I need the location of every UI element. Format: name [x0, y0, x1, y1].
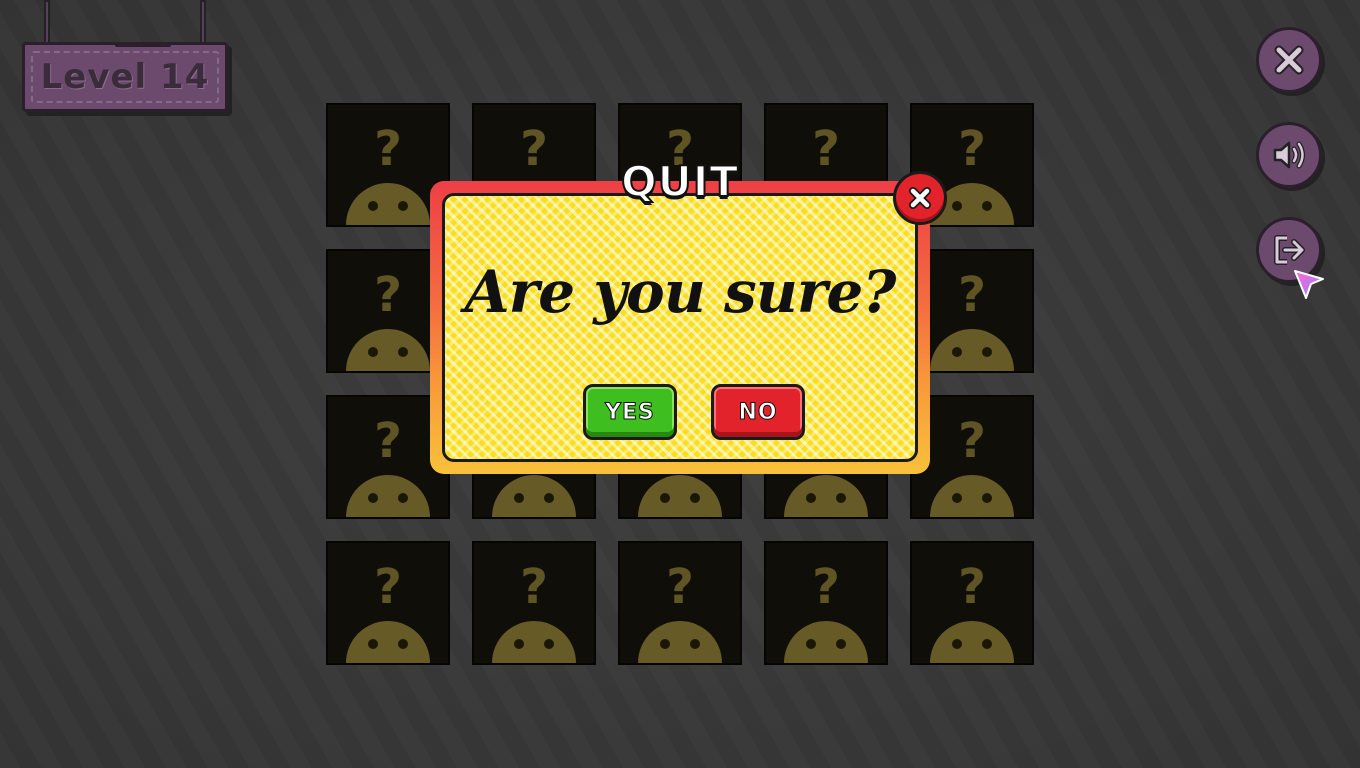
game-screen: Level 14 ???????????????????? Are you su… [0, 0, 1360, 768]
dialog-panel: Are you sure? YES NO [442, 193, 918, 462]
card-question-mark: ? [812, 559, 840, 615]
memory-card[interactable]: ? [326, 541, 450, 665]
quit-dialog: Are you sure? YES NO QUIT [430, 156, 947, 474]
mystery-face-icon [492, 621, 576, 663]
card-question-mark: ? [520, 559, 548, 615]
no-button[interactable]: NO [711, 384, 805, 440]
memory-card[interactable]: ? [472, 541, 596, 665]
mystery-face-icon [638, 621, 722, 663]
mystery-face-icon [346, 475, 430, 517]
sound-button[interactable] [1256, 122, 1322, 188]
cursor-pointer-icon [1294, 270, 1324, 299]
level-sign: Level 14 [22, 42, 228, 112]
mystery-face-icon [930, 329, 1014, 371]
mystery-face-icon [930, 475, 1014, 517]
dialog-close-button[interactable] [893, 171, 947, 225]
mystery-face-icon [784, 475, 868, 517]
card-question-mark: ? [958, 413, 986, 469]
mystery-face-icon [638, 475, 722, 517]
mystery-face-icon [784, 621, 868, 663]
mystery-face-icon [930, 621, 1014, 663]
close-icon [909, 187, 931, 209]
card-question-mark: ? [958, 121, 986, 177]
card-question-mark: ? [374, 559, 402, 615]
close-icon [1274, 45, 1304, 75]
sign-hook [115, 43, 171, 47]
card-question-mark: ? [666, 559, 694, 615]
speaker-icon [1273, 141, 1305, 169]
close-game-button[interactable] [1256, 27, 1322, 93]
memory-card[interactable]: ? [764, 541, 888, 665]
mystery-face-icon [346, 183, 430, 225]
dialog-title: QUIT [620, 156, 740, 207]
exit-icon [1274, 235, 1305, 265]
dialog-message: Are you sure? [464, 258, 897, 326]
level-label: Level 14 [40, 57, 210, 97]
card-question-mark: ? [958, 559, 986, 615]
memory-card[interactable]: ? [910, 541, 1034, 665]
mystery-face-icon [346, 621, 430, 663]
mystery-face-icon [492, 475, 576, 517]
memory-card[interactable]: ? [618, 541, 742, 665]
yes-button[interactable]: YES [583, 384, 677, 440]
card-question-mark: ? [958, 267, 986, 323]
mystery-face-icon [346, 329, 430, 371]
